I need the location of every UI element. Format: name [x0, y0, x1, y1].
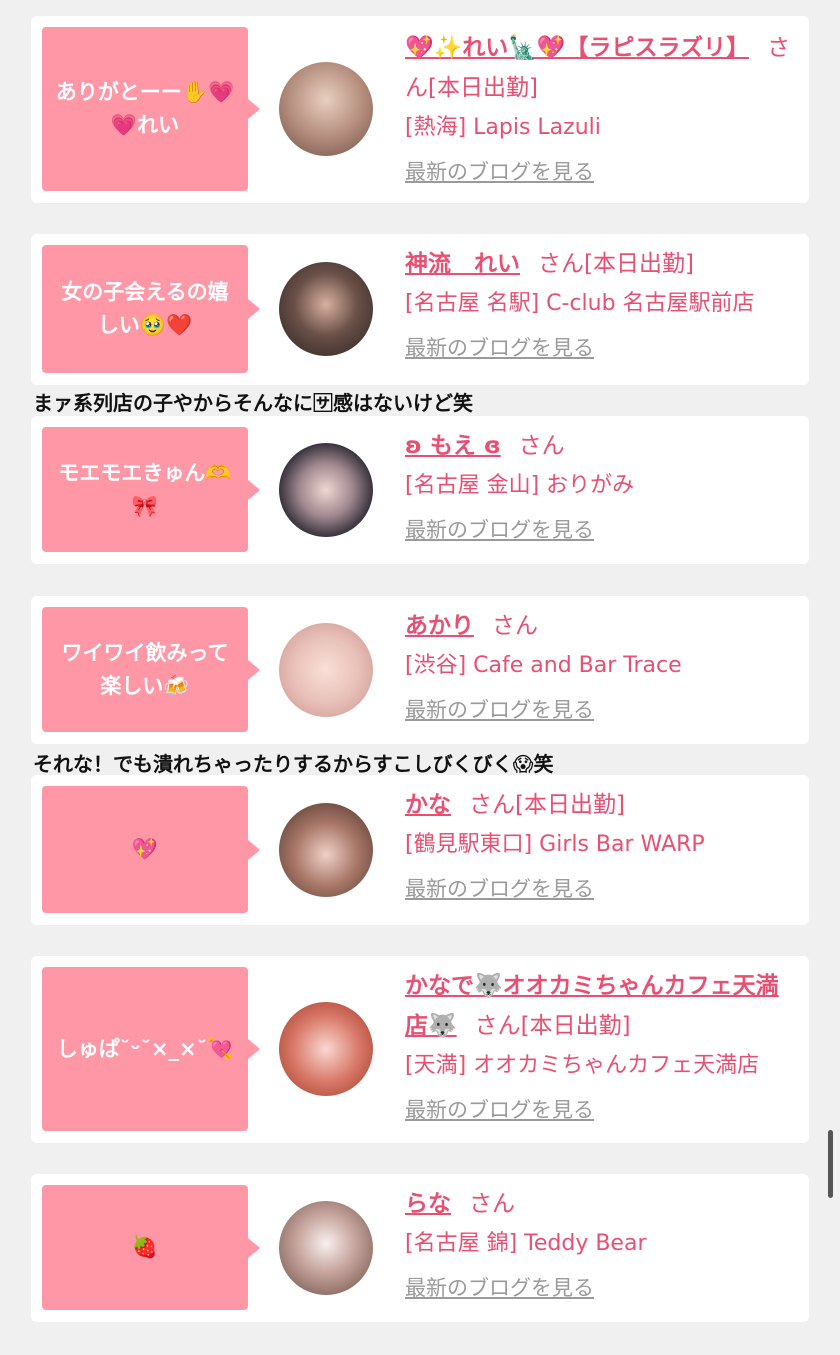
avatar[interactable] [279, 623, 373, 717]
cast-name-line: かなで🐺オオカミちゃんカフェ天満店🐺 さん[本日出勤] [405, 966, 801, 1046]
avatar[interactable] [279, 803, 373, 897]
blog-link[interactable]: 最新のブログを見る [405, 869, 594, 909]
cast-name-link[interactable]: かな [405, 792, 451, 818]
blog-link[interactable]: 最新のブログを見る [405, 328, 594, 368]
message-text: しゅぱ˘ᵕ˘×_×˘💘 [56, 1036, 234, 1061]
avatar[interactable] [279, 1201, 373, 1295]
shop-name: [鶴見駅東口] Girls Bar WARP [405, 832, 705, 857]
cast-info: かなで🐺オオカミちゃんカフェ天満店🐺 さん[本日出勤] [天満] オオカミちゃんカ… [405, 966, 801, 1130]
cast-name-line: あかり さん [405, 606, 801, 646]
honorific: さん [538, 251, 584, 277]
honorific: さん [469, 1191, 515, 1217]
cast-name-line: ʚ もえ ɞ さん [405, 426, 801, 466]
shop-name: [渋谷] Cafe and Bar Trace [405, 653, 682, 678]
cast-name-line: 💖✨れい🗽💖【ラピスラズリ】 さん[本日出勤] [405, 28, 801, 108]
cast-info: 💖✨れい🗽💖【ラピスラズリ】 さん[本日出勤] [熱海] Lapis Lazuli… [405, 28, 801, 192]
blog-link[interactable]: 最新のブログを見る [405, 1090, 594, 1130]
cast-name-link[interactable]: あかり [405, 613, 474, 639]
message-card: 🍓 らな さん [名古屋 錦] Teddy Bear 最新のブログを見る [31, 1174, 809, 1322]
cast-info: らな さん [名古屋 錦] Teddy Bear 最新のブログを見る [405, 1184, 801, 1308]
message-card: 💖 かな さん[本日出勤] [鶴見駅東口] Girls Bar WARP 最新のブ… [31, 775, 809, 925]
shop-name: [天満] オオカミちゃんカフェ天満店 [405, 1053, 760, 1078]
caption-text: それな！でも潰れちゃったりするからすこしびくびく😱笑 [33, 752, 554, 776]
caption-text: まァ系列店の子やからそんなに🈂感はないけど笑 [33, 391, 473, 415]
message-bubble: ありがとーー✋💗💗れい [42, 27, 260, 191]
cast-name-link[interactable]: 💖✨れい🗽💖【ラピスラズリ】 [405, 35, 749, 61]
blog-link[interactable]: 最新のブログを見る [405, 1268, 594, 1308]
cast-info: かな さん[本日出勤] [鶴見駅東口] Girls Bar WARP 最新のブログ… [405, 785, 801, 909]
message-text: 🍓 [131, 1235, 159, 1259]
blog-link[interactable]: 最新のブログを見る [405, 152, 594, 192]
message-bubble: モエモエきゅん🫶🎀 [42, 427, 260, 552]
message-text: ありがとーー✋💗💗れい [55, 80, 235, 137]
message-card: しゅぱ˘ᵕ˘×_×˘💘 かなで🐺オオカミちゃんカフェ天満店🐺 さん[本日出勤] [… [31, 956, 809, 1143]
blog-link[interactable]: 最新のブログを見る [405, 690, 594, 730]
cast-name-link[interactable]: ʚ もえ ɞ [405, 433, 501, 459]
message-text: 💖 [131, 837, 159, 861]
message-text: ワイワイ飲みって楽しい🍻 [61, 640, 229, 698]
cast-name-line: 神流 れい さん[本日出勤] [405, 244, 801, 284]
cast-info: 神流 れい さん[本日出勤] [名古屋 名駅] C-club 名古屋駅前店 最新の… [405, 244, 801, 368]
shift-status: [本日出勤] [515, 792, 625, 818]
shop-name: [名古屋 名駅] C-club 名古屋駅前店 [405, 291, 755, 316]
message-bubble: 💖 [42, 786, 260, 913]
message-text: 女の子会えるの嬉しい🥹❤️ [61, 280, 229, 337]
cast-name-line: らな さん [405, 1184, 801, 1224]
message-card: ワイワイ飲みって楽しい🍻 あかり さん [渋谷] Cafe and Bar Tra… [31, 596, 809, 744]
blog-link[interactable]: 最新のブログを見る [405, 510, 594, 550]
shop-name: [熱海] Lapis Lazuli [405, 115, 601, 140]
honorific: さん [492, 613, 538, 639]
message-card: ありがとーー✋💗💗れい 💖✨れい🗽💖【ラピスラズリ】 さん[本日出勤] [熱海] … [31, 16, 809, 203]
avatar[interactable] [279, 443, 373, 537]
shift-status: [本日出勤] [428, 75, 538, 101]
cast-info: あかり さん [渋谷] Cafe and Bar Trace 最新のブログを見る [405, 606, 801, 730]
honorific: さん [469, 792, 515, 818]
cast-name-link[interactable]: らな [405, 1191, 451, 1217]
shop-name: [名古屋 金山] おりがみ [405, 473, 635, 498]
avatar[interactable] [279, 62, 373, 156]
cast-info: ʚ もえ ɞ さん [名古屋 金山] おりがみ 最新のブログを見る [405, 426, 801, 550]
message-card: 女の子会えるの嬉しい🥹❤️ 神流 れい さん[本日出勤] [名古屋 名駅] C-c… [31, 234, 809, 385]
message-bubble: 🍓 [42, 1185, 260, 1310]
honorific: さん [474, 1013, 521, 1039]
message-text: モエモエきゅん🫶🎀 [58, 460, 232, 518]
honorific: さん [518, 433, 565, 459]
message-bubble: ワイワイ飲みって楽しい🍻 [42, 607, 260, 732]
message-bubble: しゅぱ˘ᵕ˘×_×˘💘 [42, 967, 260, 1131]
scrollbar[interactable] [828, 1130, 833, 1198]
message-bubble: 女の子会えるの嬉しい🥹❤️ [42, 245, 260, 373]
cast-name-line: かな さん[本日出勤] [405, 785, 801, 825]
cast-name-link[interactable]: 神流 れい [405, 251, 520, 277]
message-card: モエモエきゅん🫶🎀 ʚ もえ ɞ さん [名古屋 金山] おりがみ 最新のブログを… [31, 416, 809, 564]
avatar[interactable] [279, 262, 373, 356]
avatar[interactable] [279, 1002, 373, 1096]
shift-status: [本日出勤] [584, 251, 694, 277]
shop-name: [名古屋 錦] Teddy Bear [405, 1231, 647, 1256]
shift-status: [本日出勤] [520, 1013, 631, 1039]
